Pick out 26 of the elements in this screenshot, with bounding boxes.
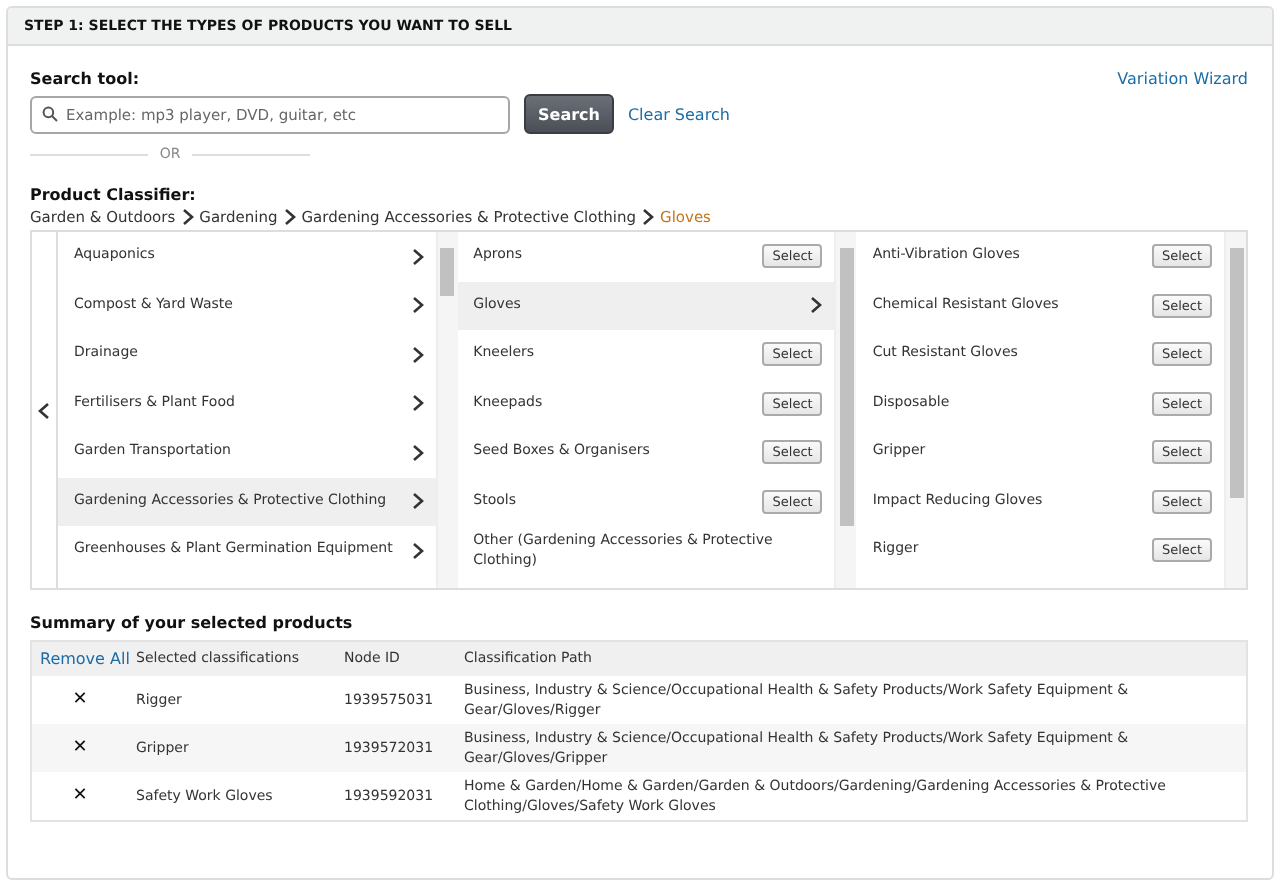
chevron-right-icon[interactable] <box>411 247 424 266</box>
chevron-left-icon[interactable] <box>37 401 50 419</box>
classifier-label: Product Classifier: <box>30 186 198 204</box>
scrollbar[interactable] <box>1226 232 1246 588</box>
remove-icon[interactable]: ✕ <box>32 690 128 710</box>
variation-wizard-link[interactable]: Variation Wizard <box>1117 70 1248 88</box>
scrollbar[interactable] <box>836 232 857 588</box>
remove-all-link[interactable]: Remove All <box>40 649 130 668</box>
remove-icon[interactable]: ✕ <box>32 738 128 758</box>
scrollbar[interactable] <box>437 232 458 588</box>
summary-title: Summary of your selected products <box>30 614 355 632</box>
chevron-right-icon[interactable] <box>642 208 655 226</box>
chevron-right-icon[interactable] <box>411 296 424 315</box>
clear-search-link[interactable]: Clear Search <box>627 105 730 123</box>
search-button[interactable]: Search <box>524 94 614 134</box>
remove-icon[interactable]: ✕ <box>32 786 128 806</box>
chevron-right-icon[interactable] <box>411 492 424 511</box>
chevron-right-icon[interactable] <box>411 443 424 462</box>
chevron-right-icon[interactable] <box>810 296 823 315</box>
chevron-right-icon[interactable] <box>411 394 424 413</box>
chevron-right-icon[interactable] <box>283 208 296 226</box>
chevron-right-icon[interactable] <box>181 208 194 226</box>
search-label: Search tool: <box>30 70 140 88</box>
search-icon <box>42 106 58 122</box>
chevron-right-icon[interactable] <box>411 541 424 560</box>
chevron-right-icon[interactable] <box>411 345 424 364</box>
